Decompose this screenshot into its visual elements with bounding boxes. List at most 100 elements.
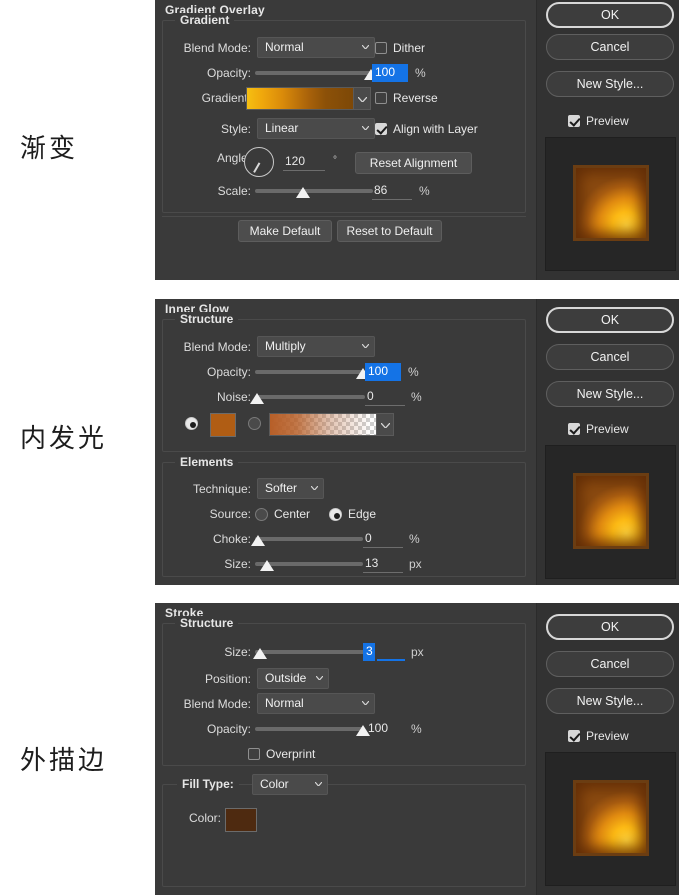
size-unit: px [409, 557, 422, 571]
reset-to-default-button[interactable]: Reset to Default [337, 220, 442, 242]
slider-track [255, 370, 365, 374]
noise-input[interactable]: 0 [365, 388, 405, 406]
choke-slider[interactable] [251, 528, 363, 550]
scale-input[interactable]: 86 [372, 182, 412, 200]
group2-title: Elements [175, 455, 239, 469]
technique-select[interactable]: Softer [257, 478, 324, 499]
glow-gradient-swatch[interactable] [269, 413, 377, 436]
reset-alignment-button[interactable]: Reset Alignment [355, 152, 472, 174]
slider-thumb[interactable] [251, 535, 265, 546]
chevron-down-icon [362, 344, 369, 348]
source-center-label: Center [274, 507, 311, 521]
opacity-slider[interactable] [255, 718, 370, 740]
size-input[interactable]: 3 [363, 643, 375, 661]
slider-track [255, 650, 365, 654]
size-label: Size: [224, 645, 251, 659]
size-input-underline[interactable] [377, 643, 405, 661]
radio-circle [255, 508, 268, 521]
chevron-down-icon [316, 676, 323, 680]
row-size: Size: 3 px [163, 641, 525, 663]
source-edge-label: Edge [348, 507, 377, 521]
angle-unit: ° [333, 155, 337, 166]
group-title: Structure [175, 312, 239, 326]
angle-label: Angle: [216, 151, 251, 165]
fill-type-select[interactable]: Color [252, 774, 328, 795]
style-preview-thumbnail [545, 137, 676, 271]
slider-thumb[interactable] [250, 393, 264, 404]
annotation-label-stroke: 外描边 [20, 746, 108, 776]
opacity-input[interactable]: 100 [365, 363, 401, 381]
slider-track [255, 395, 365, 399]
cancel-button[interactable]: Cancel [546, 651, 674, 677]
noise-slider[interactable] [250, 386, 365, 408]
ok-button[interactable]: OK [546, 307, 674, 333]
scale-label: Scale: [217, 184, 251, 198]
choke-unit: % [409, 532, 420, 546]
row-blend-mode: Blend Mode: Normal [163, 693, 525, 715]
style-value: Linear [265, 121, 299, 135]
annotation-label-inner-glow: 内发光 [20, 424, 108, 454]
new-style-button[interactable]: New Style... [546, 71, 674, 97]
cancel-button[interactable]: Cancel [546, 344, 674, 370]
position-value: Outside [265, 671, 307, 685]
fill-type-value: Color [260, 777, 289, 791]
opacity-input[interactable]: 100 [366, 720, 404, 738]
opacity-slider[interactable] [255, 62, 378, 84]
slider-thumb[interactable] [260, 560, 274, 571]
technique-value: Softer [265, 481, 298, 495]
row-source: Source: Center Edge [163, 503, 525, 525]
blend-mode-label: Blend Mode: [183, 697, 251, 711]
ok-button[interactable]: OK [546, 2, 674, 28]
chevron-down-icon [362, 701, 369, 705]
blend-mode-select[interactable]: Normal [257, 693, 375, 714]
gradient-swatch[interactable] [246, 87, 354, 110]
size-label: Size: [224, 557, 251, 571]
checkbox-box [375, 123, 387, 135]
glow-color-swatch[interactable] [210, 413, 236, 437]
row-color: Color: [163, 807, 525, 833]
gradient-label: Gradient: [201, 91, 251, 105]
new-style-button[interactable]: New Style... [546, 381, 674, 407]
fill-type-label: Fill Type: [182, 777, 234, 791]
color-label: Color: [188, 811, 221, 825]
scale-slider[interactable] [255, 180, 373, 202]
blend-mode-label: Blend Mode: [183, 41, 251, 55]
group-title: Structure [175, 616, 239, 630]
row-blend-mode: Blend Mode: Multiply [163, 336, 525, 358]
slider-thumb[interactable] [253, 648, 267, 659]
opacity-label: Opacity: [206, 722, 251, 736]
make-default-button[interactable]: Make Default [238, 220, 332, 242]
structure-group: Structure Size: 3 px Position: Outside B… [162, 616, 526, 766]
new-style-button[interactable]: New Style... [546, 688, 674, 714]
technique-label: Technique: [192, 482, 251, 496]
cancel-button[interactable]: Cancel [546, 34, 674, 60]
dialog-stroke: Stroke Structure Size: 3 px Position: Ou… [155, 603, 679, 895]
radio-circle [248, 417, 261, 430]
ok-button[interactable]: OK [546, 614, 674, 640]
size-slider[interactable] [253, 641, 365, 663]
choke-input[interactable]: 0 [363, 530, 403, 548]
blend-mode-value: Normal [265, 40, 304, 54]
angle-input[interactable]: 120 [283, 153, 325, 171]
size-input[interactable]: 13 [363, 555, 403, 573]
opacity-slider[interactable] [255, 361, 370, 383]
slider-thumb[interactable] [296, 187, 310, 198]
angle-dial[interactable] [244, 147, 274, 177]
inner-glow-settings: Inner Glow Structure Blend Mode: Multipl… [155, 299, 537, 585]
stroke-color-swatch[interactable] [225, 808, 257, 832]
row-glow-source [163, 412, 525, 438]
row-noise: Noise: 0 % [163, 386, 525, 408]
opacity-input[interactable]: 100 [372, 64, 408, 82]
blend-mode-select[interactable]: Multiply [257, 336, 375, 357]
elements-group: Elements Technique: Softer Source: Cente… [162, 455, 526, 577]
glow-gradient-picker-button[interactable] [377, 413, 394, 436]
size-slider[interactable] [255, 553, 363, 575]
slider-track [255, 727, 365, 731]
gradient-picker-button[interactable] [354, 87, 371, 110]
slider-track [255, 537, 363, 541]
position-select[interactable]: Outside [257, 668, 329, 689]
style-label: Style: [220, 122, 251, 136]
blend-mode-select[interactable]: Normal [257, 37, 375, 58]
style-select[interactable]: Linear [257, 118, 375, 139]
preview-label: Preview [586, 729, 629, 743]
